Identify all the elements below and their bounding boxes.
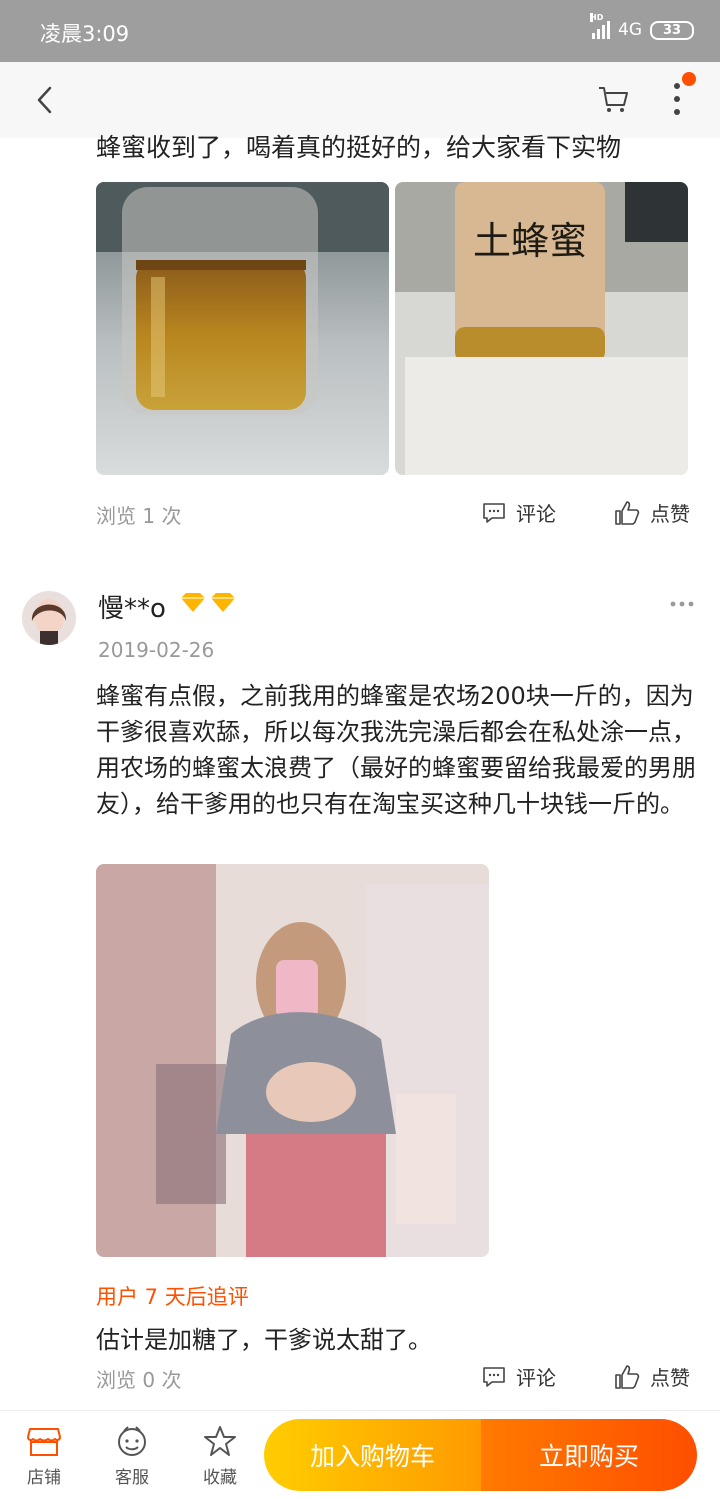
service-tab[interactable]: 客服 [102,1425,162,1488]
back-icon [37,86,52,114]
store-label: 店铺 [27,1468,61,1488]
service-icon [118,1426,146,1456]
like-icon [615,1364,640,1389]
status-indicators: HD 4G 33 [590,13,694,40]
avatar[interactable] [22,591,76,645]
service-label: 客服 [115,1468,149,1488]
followup-text: 估计是加糖了，干爹说太甜了。 [96,1326,432,1354]
status-bar: 凌晨3:09 HD 4G 33 [0,0,720,62]
comment-icon [483,1366,505,1387]
bottom-action-bar: 店铺 客服 收藏 加入购物车 立即购买 [0,1410,720,1499]
star-icon [204,1426,236,1456]
add-to-cart-button[interactable]: 加入购物车 [264,1419,481,1491]
battery-icon: 33 [650,20,694,40]
reviewer-name-row: 慢**o [98,588,238,625]
store-tab[interactable]: 店铺 [14,1425,74,1488]
like-label: 点赞 [650,502,690,526]
nav-bar [0,62,720,138]
store-icon [27,1428,61,1456]
favorite-tab[interactable]: 收藏 [190,1425,250,1488]
cart-icon [599,87,628,112]
comment-label: 评论 [516,1366,556,1390]
comment-button[interactable]: 评论 [482,1362,556,1391]
like-label: 点赞 [650,1366,690,1390]
comment-label: 评论 [516,502,556,526]
review-date: 2019-02-26 [98,638,215,662]
like-button[interactable]: 点赞 [614,498,690,527]
diamond-icon [178,591,238,622]
like-icon [615,500,640,525]
review-text: 蜂蜜有点假，之前我用的蜂蜜是农场200块一斤的，因为干爹很喜欢舔，所以每次我洗完… [96,682,696,818]
review-text: 蜂蜜收到了，喝着真的挺好的，给大家看下实物 [96,133,622,162]
hd-indicator: HD [590,13,604,22]
review-photo-selfie[interactable] [96,864,489,1257]
cart-button[interactable] [596,82,630,116]
review-photo-honey-jar[interactable] [96,182,389,475]
status-time: 凌晨3:09 [40,22,130,46]
notification-badge [682,72,696,86]
view-count: 浏览 0 次 [96,1368,182,1392]
like-button[interactable]: 点赞 [614,1362,690,1391]
review-photo-honey-label[interactable]: 土蜂蜜 [395,182,688,475]
back-button[interactable] [26,80,66,120]
comment-icon [483,502,505,523]
buy-now-button[interactable]: 立即购买 [481,1419,697,1491]
view-count: 浏览 1 次 [96,504,182,528]
network-type: 4G [618,20,642,40]
favorite-label: 收藏 [203,1468,237,1488]
jar-label-text: 土蜂蜜 [473,219,587,263]
comment-button[interactable]: 评论 [482,498,556,527]
more-dots-icon[interactable] [670,598,694,610]
reviewer-name: 慢**o [98,594,166,624]
followup-label: 用户 7 天后追评 [96,1285,249,1309]
battery-level: 33 [662,22,682,38]
signal-icon: HD [590,13,610,39]
